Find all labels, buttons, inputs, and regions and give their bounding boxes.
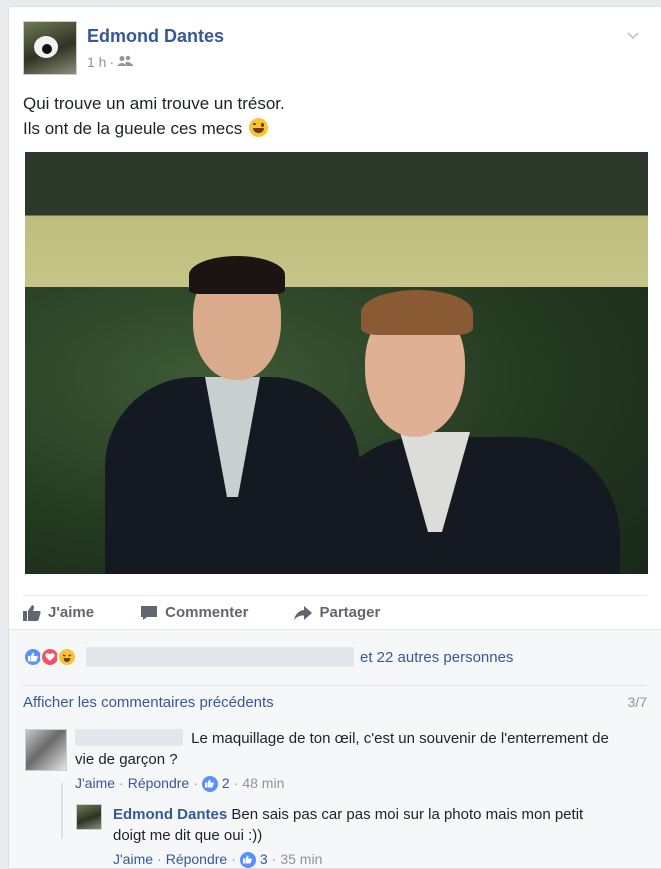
comment-2-text-line-1: Ben sais pas car pas moi sur la photo ma… <box>231 806 584 823</box>
meta-separator: · <box>109 54 115 70</box>
share-button[interactable]: Partager <box>294 604 380 621</box>
share-button-label: Partager <box>319 604 381 621</box>
author-name[interactable]: Edmond Dantes <box>87 26 224 47</box>
reply-avatar[interactable] <box>76 804 102 830</box>
comment-1-text-line-1: Le maquillage de ton œil, c'est un souve… <box>191 730 609 747</box>
like-button-label: J'aime <box>48 604 95 621</box>
comment-1-text-line-2: vie de garçon ? <box>75 751 178 768</box>
previous-comments-row: Afficher les commentaires précédents 3/7 <box>23 694 647 711</box>
comment-1-reply-link[interactable]: Répondre <box>128 773 190 794</box>
comment-1: Le maquillage de ton œil, c'est un souve… <box>75 728 645 794</box>
comment-2-like-count[interactable]: 3 <box>260 849 268 868</box>
comment-button[interactable]: Commenter <box>140 604 248 621</box>
post-header: Edmond Dantes 1 h · <box>23 21 643 75</box>
comment-button-label: Commenter <box>165 604 249 621</box>
comment-icon <box>141 605 158 620</box>
reactions-text[interactable]: et 22 autres personnes <box>360 649 513 666</box>
show-previous-comments-link[interactable]: Afficher les commentaires précédents <box>23 694 274 711</box>
friends-icon[interactable] <box>117 54 134 70</box>
comment-1-actions: J'aime · Répondre · 2 · 48 min <box>75 773 645 794</box>
chevron-down-icon[interactable] <box>625 27 641 43</box>
comment-avatar[interactable] <box>25 729 67 771</box>
post-photo[interactable] <box>25 152 648 574</box>
comment-2-actions: J'aime · Répondre · 3 · 35 min <box>113 849 643 868</box>
comment-2-text-line-2: doigt me dit que oui :)) <box>113 827 263 844</box>
comment-1-like-count[interactable]: 2 <box>222 773 230 794</box>
comment-1-time[interactable]: 48 min <box>242 773 284 794</box>
redacted-commenter-name <box>75 729 183 746</box>
share-icon <box>294 605 313 620</box>
post-action-bar: J'aime Commenter Partager <box>23 595 647 627</box>
comment-1-like-link[interactable]: J'aime <box>75 773 115 794</box>
post-meta: 1 h · <box>87 54 134 70</box>
comment-2-reply-link[interactable]: Répondre <box>166 849 228 868</box>
comment-2: Edmond Dantes Ben sais pas car pas moi s… <box>113 804 643 868</box>
post-text: Qui trouve un ami trouve un trésor. Ils … <box>23 91 285 141</box>
like-button[interactable]: J'aime <box>23 604 94 621</box>
comment-2-time[interactable]: 35 min <box>280 849 322 868</box>
haha-reaction-icon <box>57 647 77 667</box>
laughing-emoji-icon <box>248 118 268 137</box>
comment-2-like-link[interactable]: J'aime <box>113 849 153 868</box>
thumb-up-icon <box>23 604 41 621</box>
reactions-summary[interactable]: et 22 autres personnes <box>23 645 513 669</box>
post-timestamp[interactable]: 1 h <box>87 54 106 70</box>
redacted-names <box>86 647 354 667</box>
comments-count: 3/7 <box>627 694 647 710</box>
reply-author-name[interactable]: Edmond Dantes <box>113 806 227 823</box>
post-text-line-2: Ils ont de la gueule ces mecs <box>23 116 285 141</box>
comments-area: et 22 autres personnes Afficher les comm… <box>9 629 661 868</box>
author-avatar[interactable] <box>23 21 77 75</box>
reply-thread-line <box>61 783 63 839</box>
post-card: Edmond Dantes 1 h · Qui trouve un ami tr… <box>8 6 661 869</box>
like-reaction-icon <box>239 851 256 868</box>
post-text-line-1: Qui trouve un ami trouve un trésor. <box>23 94 285 113</box>
like-reaction-icon <box>201 775 218 792</box>
comments-divider <box>23 685 647 686</box>
